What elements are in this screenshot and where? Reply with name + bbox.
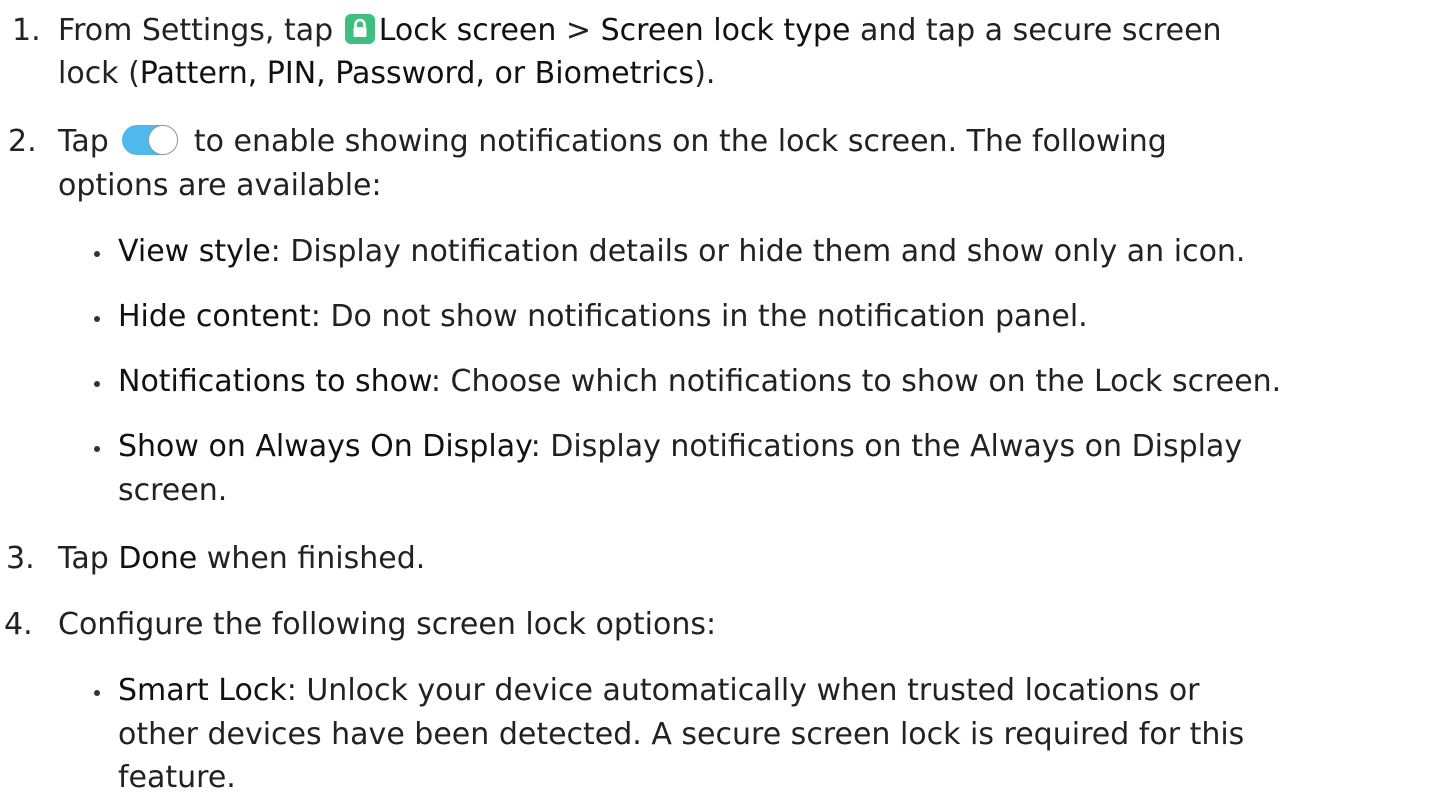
step-1-line-2: lock (Pattern, PIN, Password, or Biometr… xyxy=(58,56,716,91)
step-number: 3. xyxy=(6,541,35,576)
step-3-line: Tap Done when finished. xyxy=(58,541,426,576)
list-item: Smart Lock: Unlock your device automatic… xyxy=(118,673,1200,708)
step-number: 4. xyxy=(4,607,33,642)
bullet xyxy=(94,251,100,257)
lock-icon xyxy=(344,13,375,44)
step-number: 2. xyxy=(8,124,37,159)
bullet xyxy=(94,316,100,322)
step-2-line-2: options are available: xyxy=(58,168,382,203)
list-item: Show on Always On Display: Display notif… xyxy=(118,429,1243,464)
term-notifications-to-show: Notifications to show xyxy=(118,364,431,399)
bullet xyxy=(94,690,100,696)
list-item: View style: Display notification details… xyxy=(118,234,1246,269)
term-smart-lock: Smart Lock xyxy=(118,673,287,708)
term-show-on-aod: Show on Always On Display xyxy=(118,429,531,464)
term-view-style: View style xyxy=(118,234,271,269)
list-item-continuation: screen. xyxy=(118,473,228,508)
toggle-icon xyxy=(122,124,179,155)
step-4-line: Configure the following screen lock opti… xyxy=(58,607,717,642)
term-lock-screen: Lock screen xyxy=(378,13,557,48)
list-item-continuation: other devices have been detected. A secu… xyxy=(118,717,1245,752)
term-done: Done xyxy=(118,541,198,576)
list-item-continuation: feature. xyxy=(118,760,236,795)
term-lock-types: Pattern, PIN, Password, or Biometrics xyxy=(139,56,695,91)
toggle-knob xyxy=(148,124,179,155)
step-number: 1. xyxy=(12,13,41,48)
term-hide-content: Hide content xyxy=(118,299,311,334)
bullet xyxy=(94,381,100,387)
term-screen-lock-type: Screen lock type xyxy=(600,13,851,48)
list-item: Notifications to show: Choose which noti… xyxy=(118,364,1282,399)
step-2-line-1: Tap to enable showing notifications on t… xyxy=(58,124,1167,159)
list-item: Hide content: Do not show notifications … xyxy=(118,299,1088,334)
bullet xyxy=(94,446,100,452)
step-1-line-1: From Settings, tap Lock screen > Screen … xyxy=(58,13,1222,48)
